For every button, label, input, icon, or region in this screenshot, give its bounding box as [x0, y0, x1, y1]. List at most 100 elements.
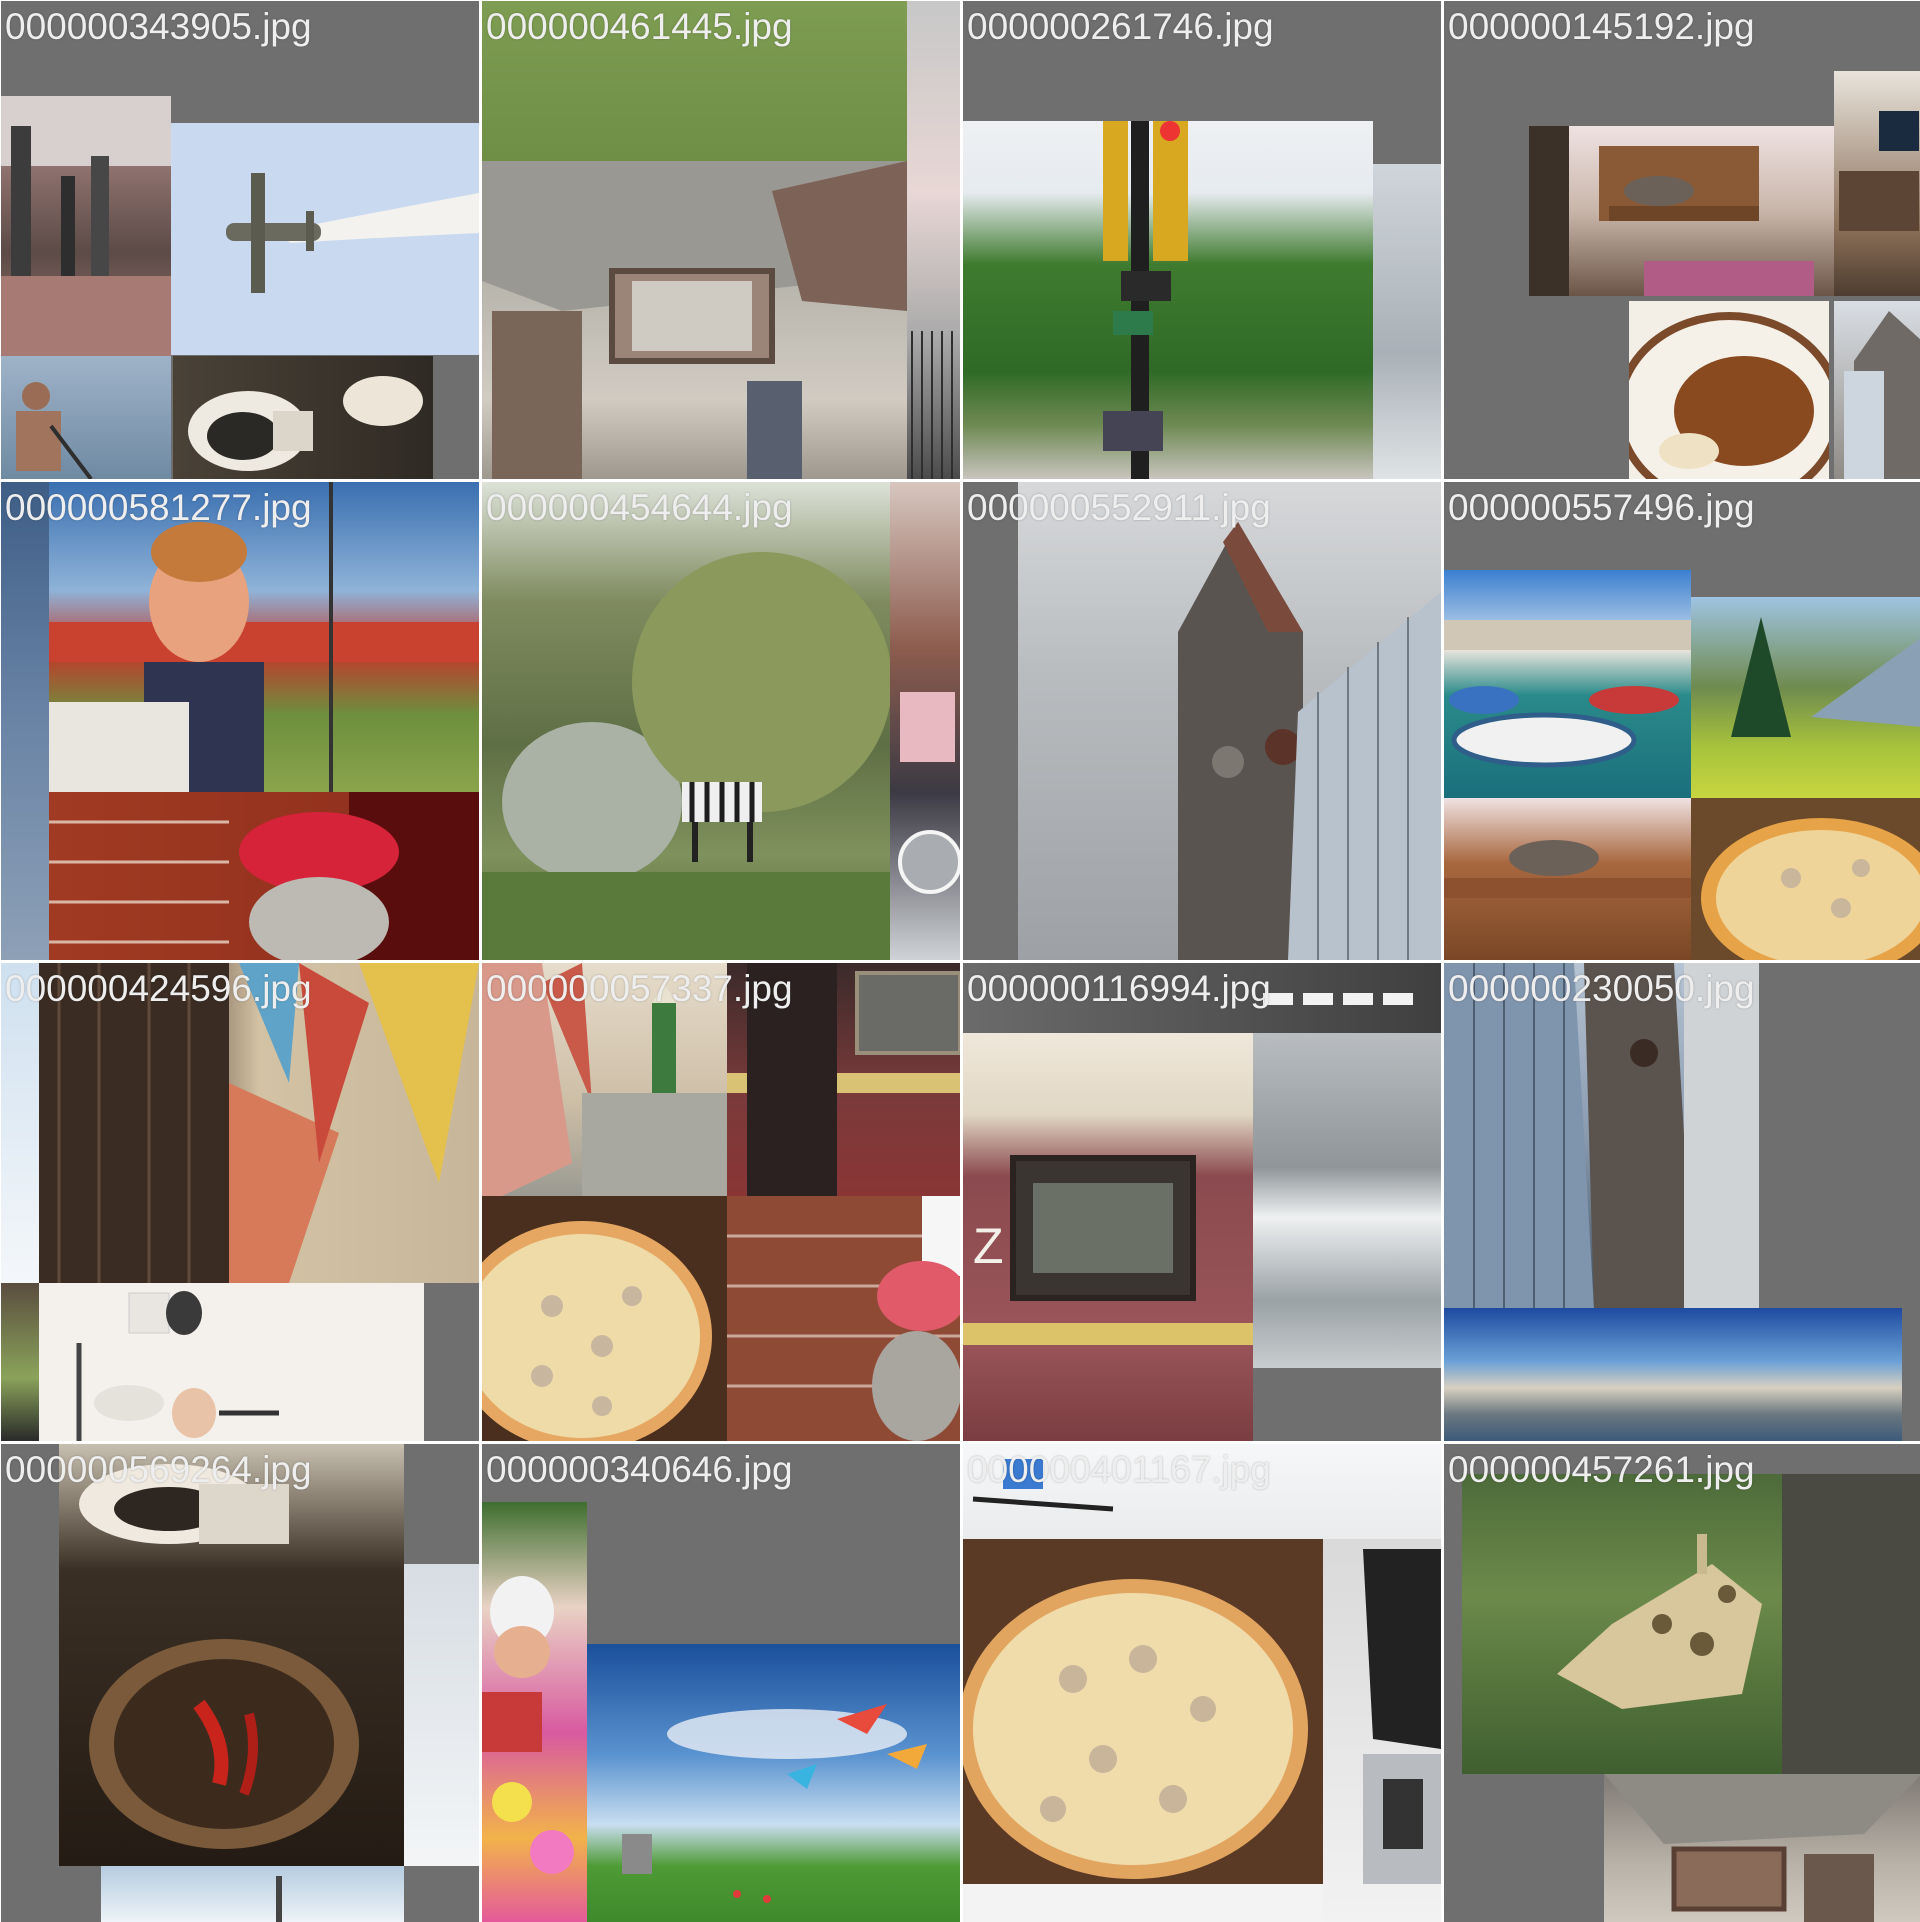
zebra-photo: [482, 482, 890, 960]
collage-tile[interactable]: 000000461445.jpg: [482, 1, 960, 479]
collage-tile[interactable]: 000000454644.jpg: [482, 482, 960, 960]
collage-tile[interactable]: 000000569264.jpg: [1, 1444, 479, 1922]
zebra-illustration: [482, 552, 890, 960]
collage-tile[interactable]: 000000230050.jpg: [1444, 963, 1920, 1441]
toilet-chili-photo: [59, 1444, 404, 1866]
restroom-illustration: [76, 1291, 279, 1441]
train-window-photo: Z: [963, 1033, 1253, 1441]
collage-tile[interactable]: 000000581277.jpg: [1, 482, 479, 960]
earphones-illustration: [898, 692, 960, 894]
derelict-room-photo: [482, 161, 907, 479]
harbor-boats-photo: [1444, 570, 1691, 798]
boats-illustration: [1444, 620, 1691, 768]
alpine-meadow-photo: [1691, 597, 1920, 798]
mushroom-pizza-photo: [963, 1539, 1323, 1884]
filename-label: 000000343905.jpg: [5, 6, 312, 47]
room-illustration: [482, 161, 907, 479]
wave-photo: [1373, 164, 1441, 479]
filename-label: 000000581277.jpg: [5, 487, 312, 528]
airplane-illustration: [226, 173, 479, 293]
filename-label: 000000340646.jpg: [486, 1449, 793, 1490]
snow-photo: [404, 1564, 479, 1866]
filename-label: 000000261746.jpg: [967, 6, 1274, 47]
collage-tile[interactable]: 000000557496.jpg: [1444, 482, 1920, 960]
kites-field-photo: [587, 1644, 960, 1922]
kites-illustration: [39, 963, 479, 1283]
filename-label: 000000057337.jpg: [486, 968, 793, 1009]
collage-tile[interactable]: 000000552911.jpg: [963, 482, 1441, 960]
spire-sky-photo: [101, 1866, 404, 1922]
tower-illustration: [1844, 311, 1920, 479]
tower-glass-illustration: [1178, 522, 1441, 960]
collage-tile[interactable]: 000000340646.jpg: [482, 1444, 960, 1922]
filename-label: 000000569264.jpg: [5, 1449, 312, 1490]
filename-label: 000000457261.jpg: [1448, 1449, 1755, 1490]
giraffe-illustration: [1557, 1474, 1920, 1774]
harbor-panorama-photo: [1444, 1308, 1902, 1441]
traffic-illustration: [1103, 121, 1188, 479]
train-number: Z: [973, 1218, 1004, 1274]
clock-tower-photo: [1018, 482, 1441, 960]
airplane-photo: [171, 123, 479, 355]
filename-label: 000000424596.jpg: [5, 968, 312, 1009]
traffic-light-photo: [963, 121, 1373, 479]
street-building-photo: [1, 1283, 39, 1441]
collage-tile[interactable]: 000000057337.jpg: [482, 963, 960, 1441]
kites-sky-illustration: [622, 1704, 927, 1903]
mushroom-pizza-photo: [482, 1196, 727, 1441]
cat-illustration: [1444, 840, 1691, 898]
waves-photo: [1253, 1033, 1441, 1368]
derelict-room-photo: [1604, 1774, 1920, 1922]
cat-table-photo: [1444, 798, 1691, 960]
dog-cap-illustration: [49, 792, 479, 960]
kites-shutters-photo: [39, 963, 479, 1283]
blanket-illustration: [482, 1576, 574, 1874]
brick-dog-photo: [727, 1196, 960, 1441]
collage-tile[interactable]: 000000343905.jpg: [1, 1, 479, 479]
image-grid: 000000343905.jpg 000000461445.jpg 000000…: [0, 0, 1920, 1922]
denim-photo: [1, 482, 49, 960]
desk-computer-photo: [1834, 71, 1920, 296]
living-room-photo: [1529, 126, 1834, 296]
restroom-child-photo: [39, 1283, 424, 1441]
laptop-photo: [1323, 1539, 1441, 1922]
street-photo: [1, 96, 171, 356]
rower-photo: [1, 356, 171, 479]
rower-illustration: [16, 382, 93, 479]
collage-tile[interactable]: 000000457261.jpg: [1444, 1444, 1920, 1922]
collage-tile[interactable]: 000000424596.jpg: [1, 963, 479, 1441]
curry-illustration: [1629, 312, 1829, 479]
collage-tile[interactable]: 000000261746.jpg: [963, 1, 1441, 479]
filename-label: 000000552911.jpg: [967, 487, 1271, 528]
collage-tile[interactable]: 000000401167.jpg: [963, 1444, 1441, 1922]
train-window-illustration: Z: [963, 1155, 1253, 1345]
collage-tile[interactable]: Z 000000116994.jpg: [963, 963, 1441, 1441]
dog-red-cap-photo: [49, 792, 479, 960]
fence-illustration: [911, 331, 953, 479]
glass-tower-photo: [1444, 963, 1759, 1308]
cat-table-illustration: [1529, 126, 1814, 296]
room2-illustration: [1604, 1774, 1920, 1922]
computer-illustration: [1839, 111, 1919, 231]
filename-label: 000000454644.jpg: [486, 487, 793, 528]
pizza3-illustration: [963, 1579, 1308, 1879]
filename-label: 000000557496.jpg: [1448, 487, 1755, 528]
pizza-illustration: [1701, 818, 1920, 960]
brick-dog-illustration: [727, 1196, 960, 1441]
child-blanket-photo: [482, 1502, 587, 1922]
reflection-illustration: [1444, 963, 1759, 1308]
desk-papers-photo: [890, 482, 960, 960]
building-photo: [907, 1, 960, 479]
toilet-chili-illustration: [79, 1464, 359, 1849]
pizza-photo: [1691, 798, 1920, 960]
toilet-illustration: [188, 376, 423, 471]
church-tower-photo: [1834, 301, 1920, 479]
collage-tile[interactable]: 000000145192.jpg: [1444, 1, 1920, 479]
meadow-illustration: [1731, 617, 1920, 737]
curry-photo: [1629, 301, 1829, 479]
giraffe-photo: [1462, 1474, 1920, 1774]
pizza2-illustration: [482, 1221, 712, 1441]
filename-label: 000000461445.jpg: [486, 6, 793, 47]
toilet-photo: [173, 356, 433, 479]
laptop-base-photo: [963, 1884, 1323, 1922]
